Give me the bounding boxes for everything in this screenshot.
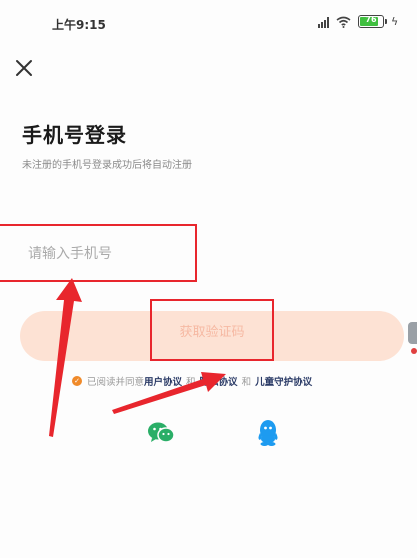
phone-input[interactable]: 请输入手机号 [0,224,197,282]
close-icon[interactable] [12,56,36,80]
qq-icon[interactable] [256,419,280,447]
agreement-and-1: 和 [186,377,196,388]
privacy-policy-link[interactable]: 隐私协议 [200,374,238,388]
status-time: 上午9:15 [52,18,106,32]
battery-icon: 76 [358,15,387,28]
wifi-icon [336,16,351,28]
phone-placeholder: 请输入手机号 [28,246,112,262]
wechat-icon[interactable] [147,421,175,445]
charging-icon: ϟ [391,15,399,28]
children-policy-link[interactable]: 儿童守护协议 [255,374,312,388]
battery-level: 76 [365,15,377,24]
user-agreement-link[interactable]: 用户协议 [144,374,182,388]
notification-dot [411,348,417,354]
agreement-prefix: 已阅读并同意 [87,377,145,388]
page-title: 手机号登录 [22,123,127,147]
page-subtitle: 未注册的手机号登录成功后将自动注册 [22,160,192,171]
agreement-row: ✓ 已阅读并同意 用户协议 和 隐私协议 和 儿童守护协议 [72,374,312,388]
agree-checkbox[interactable]: ✓ [72,376,82,386]
status-icons: 76 ϟ [318,15,398,28]
get-code-text: 获取验证码 [179,324,245,340]
signal-icon [318,16,329,28]
floating-edge-handle[interactable] [408,322,417,344]
get-code-label[interactable]: 获取验证码 [150,299,274,361]
agreement-and-2: 和 [241,377,252,388]
